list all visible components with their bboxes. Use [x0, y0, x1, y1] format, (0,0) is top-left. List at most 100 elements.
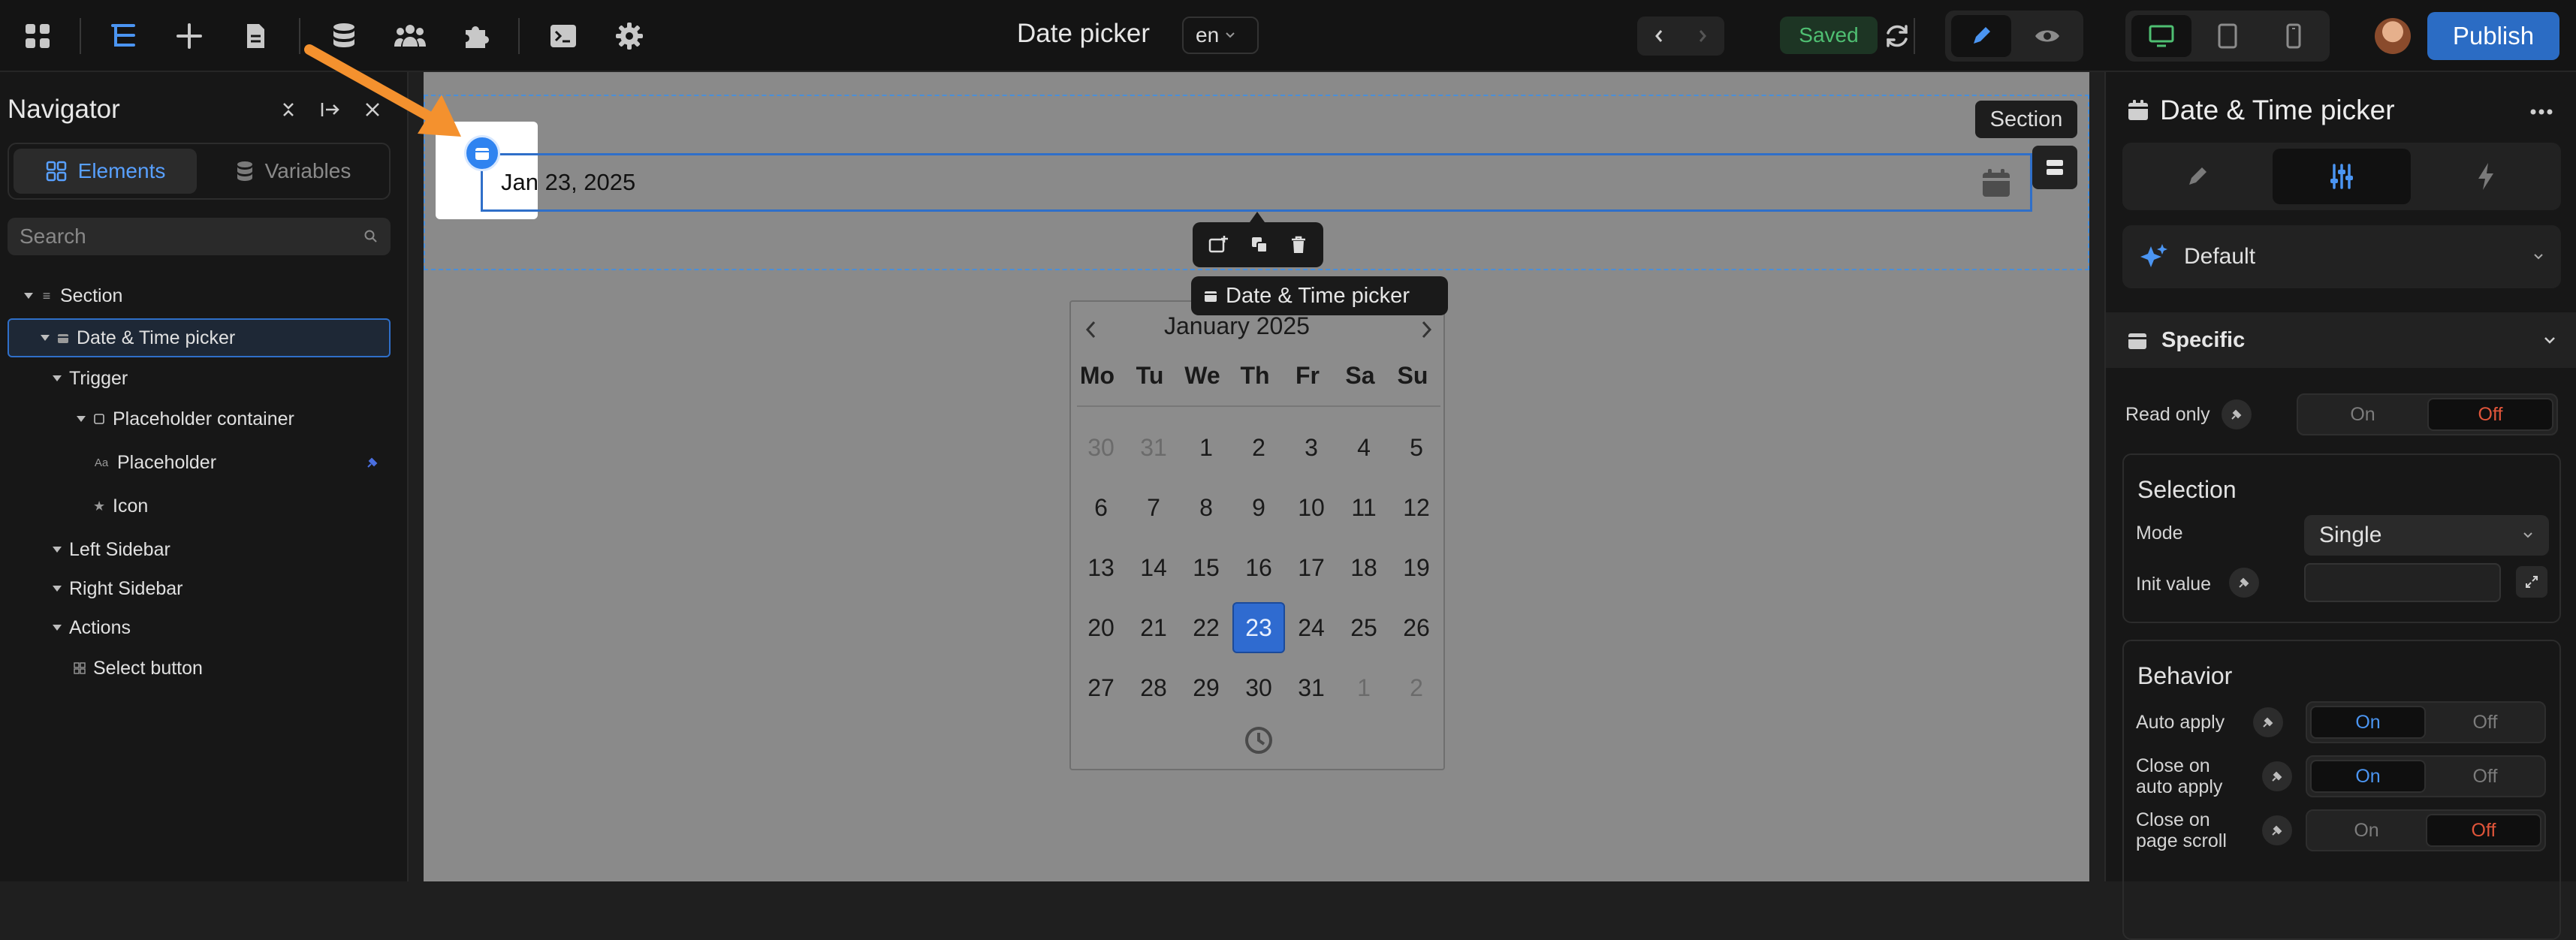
init-value-input[interactable] [2304, 563, 2501, 602]
calendar-day[interactable]: 29 [1180, 662, 1232, 713]
calendar-day[interactable]: 5 [1390, 422, 1443, 473]
calendar-day[interactable]: 26 [1390, 602, 1443, 653]
toggle-on-option[interactable]: On [2310, 706, 2426, 739]
calendar-day[interactable]: 30 [1232, 662, 1285, 713]
calendar-day[interactable]: 16 [1232, 542, 1285, 593]
mode-select[interactable]: Single [2304, 515, 2549, 556]
component-settings-icon[interactable] [2032, 146, 2077, 189]
tab-workflows[interactable] [2417, 149, 2555, 204]
selected-element-label[interactable]: Date & Time picker [1191, 276, 1448, 315]
toggle-on-option[interactable]: On [2310, 760, 2426, 793]
design-canvas[interactable]: Section Jan 23, 2025 January 2025 Mo Tu … [424, 72, 2089, 881]
collapse-all-icon[interactable] [273, 95, 303, 125]
close-on-page-scroll-toggle[interactable]: On Off [2306, 809, 2546, 851]
calendar-day[interactable]: 17 [1285, 542, 1338, 593]
close-on-auto-apply-toggle[interactable]: On Off [2306, 755, 2546, 797]
language-select[interactable]: en [1182, 17, 1259, 54]
tree-item-actions[interactable]: Actions [8, 608, 391, 647]
prev-month-icon[interactable] [1080, 318, 1102, 341]
tree-item-left-sidebar[interactable]: Left Sidebar [8, 530, 391, 569]
read-only-toggle[interactable]: On Off [2297, 393, 2558, 435]
calendar-day[interactable]: 25 [1338, 602, 1390, 653]
close-icon[interactable] [357, 95, 388, 125]
edit-pen-icon[interactable] [1951, 15, 2011, 57]
toggle-off-option[interactable]: Off [2427, 398, 2553, 431]
users-icon[interactable] [391, 17, 430, 56]
tree-item-date-time-picker[interactable]: Date & Time picker [8, 318, 391, 357]
apps-grid-icon[interactable] [18, 17, 57, 56]
calendar-day[interactable]: 2 [1390, 662, 1443, 713]
plugins-puzzle-icon[interactable] [457, 17, 496, 56]
forward-arrow-icon[interactable] [1681, 17, 1724, 56]
pages-icon[interactable] [236, 17, 275, 56]
tree-item-placeholder-container[interactable]: Placeholder container [8, 399, 391, 438]
clock-icon[interactable] [1242, 724, 1275, 757]
desktop-icon[interactable] [2131, 15, 2191, 57]
calendar-day[interactable]: 12 [1390, 482, 1443, 533]
back-arrow-icon[interactable] [1637, 17, 1681, 56]
tab-style[interactable] [2128, 149, 2267, 204]
tree-item-placeholder[interactable]: Aa Placeholder [8, 443, 391, 482]
search-input[interactable] [20, 224, 335, 249]
add-element-icon[interactable] [170, 17, 209, 56]
delete-trash-icon[interactable] [1290, 235, 1308, 255]
tree-item-right-sidebar[interactable]: Right Sidebar [8, 569, 391, 608]
dock-panel-icon[interactable] [315, 95, 345, 125]
calendar-day[interactable]: 28 [1127, 662, 1180, 713]
settings-gear-icon[interactable] [610, 17, 649, 56]
auto-apply-toggle[interactable]: On Off [2306, 701, 2546, 743]
date-picker-input[interactable]: Jan 23, 2025 [481, 153, 2032, 212]
tab-elements[interactable]: Elements [14, 149, 197, 194]
toggle-off-option[interactable]: Off [2429, 760, 2541, 793]
toggle-off-option[interactable]: Off [2426, 814, 2541, 847]
calendar-day[interactable]: 2 [1232, 422, 1285, 473]
calendar-day[interactable]: 1 [1180, 422, 1232, 473]
calendar-day[interactable]: 8 [1180, 482, 1232, 533]
tab-settings[interactable] [2273, 149, 2411, 204]
binding-plug-icon[interactable] [2222, 399, 2252, 429]
tab-variables[interactable]: Variables [201, 149, 385, 194]
calendar-day[interactable]: 18 [1338, 542, 1390, 593]
calendar-day[interactable]: 20 [1075, 602, 1127, 653]
calendar-day[interactable]: 1 [1338, 662, 1390, 713]
calendar-day[interactable]: 3 [1285, 422, 1338, 473]
calendar-icon[interactable] [1980, 167, 2012, 199]
user-avatar[interactable] [2375, 18, 2411, 54]
calendar-day[interactable]: 10 [1285, 482, 1338, 533]
calendar-day[interactable]: 13 [1075, 542, 1127, 593]
refresh-sync-icon[interactable] [1878, 17, 1917, 56]
calendar-day[interactable]: 14 [1127, 542, 1180, 593]
tree-item-trigger[interactable]: Trigger [8, 359, 391, 398]
calendar-day[interactable]: 22 [1180, 602, 1232, 653]
calendar-day[interactable]: 15 [1180, 542, 1232, 593]
tree-item-select-button[interactable]: Select button [8, 649, 391, 688]
binding-plug-icon[interactable] [365, 455, 380, 470]
calendar-day[interactable]: 4 [1338, 422, 1390, 473]
mobile-icon[interactable] [2264, 15, 2324, 57]
section-label[interactable]: Section [1975, 101, 2077, 138]
toggle-off-option[interactable]: Off [2429, 706, 2541, 739]
calendar-day[interactable]: 6 [1075, 482, 1127, 533]
more-options-icon[interactable] [2526, 101, 2556, 123]
calendar-day[interactable]: 24 [1285, 602, 1338, 653]
publish-button[interactable]: Publish [2427, 12, 2559, 60]
preset-dropdown[interactable]: Default [2122, 225, 2561, 288]
toggle-on-option[interactable]: On [2301, 398, 2424, 431]
preview-eye-icon[interactable] [2017, 15, 2077, 57]
next-month-icon[interactable] [1415, 318, 1437, 341]
calendar-day[interactable]: 31 [1285, 662, 1338, 713]
binding-plug-icon[interactable] [2262, 761, 2292, 791]
expand-editor-icon[interactable] [2516, 566, 2547, 598]
calendar-day[interactable]: 23 [1232, 602, 1285, 653]
binding-plug-icon[interactable] [2229, 568, 2259, 598]
binding-plug-icon[interactable] [2253, 707, 2283, 737]
calendar-day[interactable]: 27 [1075, 662, 1127, 713]
calendar-day[interactable]: 7 [1127, 482, 1180, 533]
terminal-icon[interactable] [544, 17, 583, 56]
toggle-on-option[interactable]: On [2310, 814, 2423, 847]
binding-plug-icon[interactable] [2262, 815, 2292, 845]
navigator-tree-icon[interactable] [104, 17, 143, 56]
specific-section-header[interactable]: Specific [2106, 312, 2576, 368]
calendar-day[interactable]: 30 [1075, 422, 1127, 473]
database-icon[interactable] [324, 17, 363, 56]
